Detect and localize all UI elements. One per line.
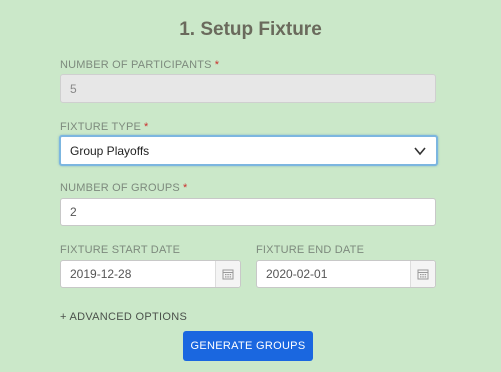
calendar-icon[interactable] [410,261,435,287]
start-date-label: FIXTURE START DATE [60,244,181,256]
generate-groups-button[interactable]: GENERATE GROUPS [183,331,313,361]
start-date-input[interactable]: 2019-12-28 [60,260,241,288]
fixture-type-label: FIXTURE TYPE * [60,121,149,133]
required-mark: * [214,59,220,71]
participants-label: NUMBER OF PARTICIPANTS * [60,59,219,71]
required-mark: * [144,121,149,133]
participants-field: 5 [60,74,436,103]
end-date-label: FIXTURE END DATE [256,244,365,256]
start-date-value: 2019-12-28 [70,267,132,281]
advanced-options-link[interactable]: + ADVANCED OPTIONS [60,311,187,323]
groups-input[interactable]: 2 [60,198,436,226]
groups-label: NUMBER OF GROUPS * [60,182,187,194]
fixture-type-select[interactable]: Group Playoffs [59,135,438,166]
fixture-type-selected-value: Group Playoffs [70,143,150,158]
chevron-down-icon [413,144,427,161]
groups-value: 2 [70,205,77,219]
required-mark: * [182,182,188,194]
groups-label-text: NUMBER OF GROUPS [60,182,180,194]
end-date-input[interactable]: 2020-02-01 [256,260,436,288]
fixture-type-label-text: FIXTURE TYPE [60,121,142,133]
end-date-value: 2020-02-01 [266,267,328,281]
participants-label-text: NUMBER OF PARTICIPANTS [60,59,212,71]
page-title: 1. Setup Fixture [179,19,322,40]
participants-value: 5 [70,81,77,96]
calendar-icon[interactable] [215,261,240,287]
